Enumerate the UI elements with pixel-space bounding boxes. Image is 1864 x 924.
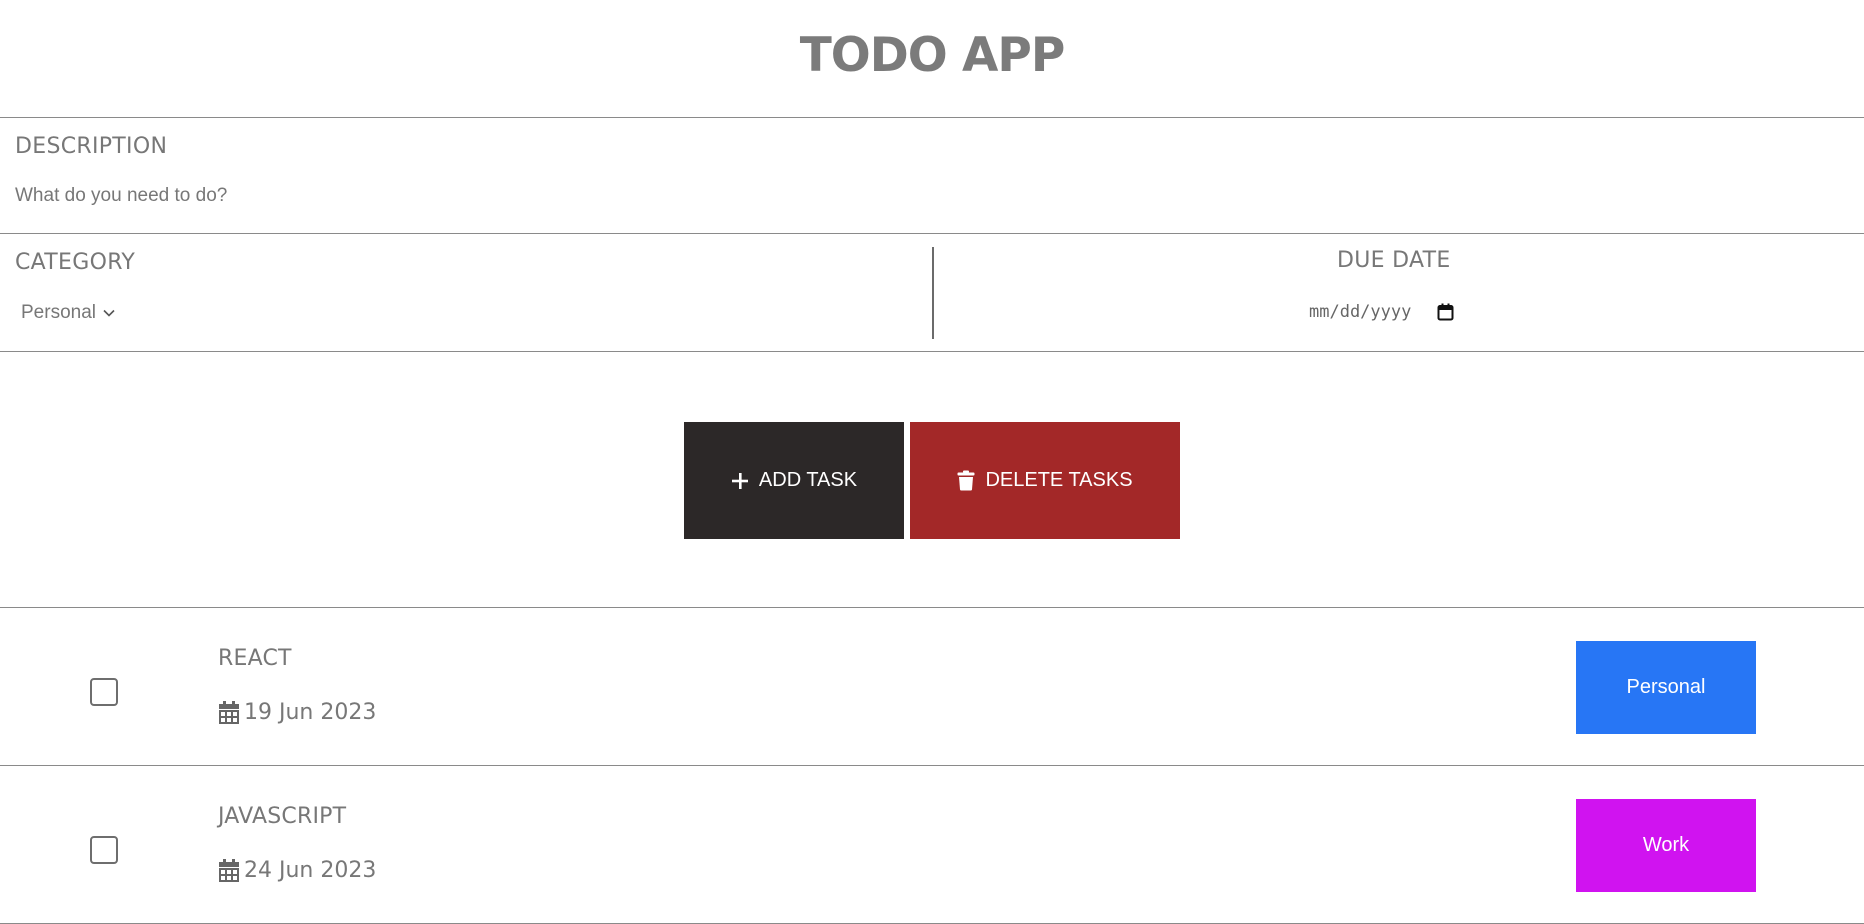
calendar-picker-icon[interactable] [1437, 303, 1454, 321]
task-date: 19 Jun 2023 [218, 700, 376, 725]
category-select[interactable]: Personal [21, 302, 116, 324]
task-name: JAVASCRIPT [218, 804, 347, 829]
add-task-label: ADD TASK [758, 469, 858, 491]
app-title: TODO APP [799, 28, 1066, 83]
category-date-section: CATEGORY Personal DUE DATE mm/dd/yyyy [0, 234, 1864, 352]
task-checkbox[interactable] [90, 678, 118, 706]
app-header: TODO APP [0, 0, 1864, 118]
add-task-button[interactable]: ADD TASK [684, 422, 904, 539]
calendar-icon [219, 700, 239, 724]
delete-tasks-label: DELETE TASKS [985, 469, 1133, 491]
section-divider [932, 247, 934, 339]
task-date-text: 24 Jun 2023 [244, 858, 377, 883]
task-row: REACT 19 Jun 2023 Personal [0, 608, 1864, 766]
plus-icon [731, 472, 748, 489]
task-date: 24 Jun 2023 [218, 858, 376, 883]
task-name: REACT [218, 646, 292, 671]
description-section: DESCRIPTION [0, 118, 1864, 234]
trash-icon [957, 470, 975, 491]
category-badge: Work [1576, 799, 1756, 892]
description-input[interactable] [15, 182, 1815, 210]
due-date-label: DUE DATE [1337, 248, 1451, 273]
due-date-input[interactable]: mm/dd/yyyy [1309, 302, 1454, 322]
category-label: CATEGORY [15, 250, 136, 275]
calendar-icon [219, 858, 239, 882]
delete-tasks-button[interactable]: DELETE TASKS [910, 422, 1180, 539]
task-checkbox[interactable] [90, 836, 118, 864]
task-row: JAVASCRIPT 24 Jun 2023 Work [0, 766, 1864, 924]
due-date-placeholder: mm/dd/yyyy [1309, 302, 1412, 322]
task-date-text: 19 Jun 2023 [244, 700, 377, 725]
chevron-down-icon [103, 309, 115, 317]
category-select-value: Personal [21, 302, 96, 323]
category-badge: Personal [1576, 641, 1756, 734]
description-label: DESCRIPTION [15, 134, 168, 159]
